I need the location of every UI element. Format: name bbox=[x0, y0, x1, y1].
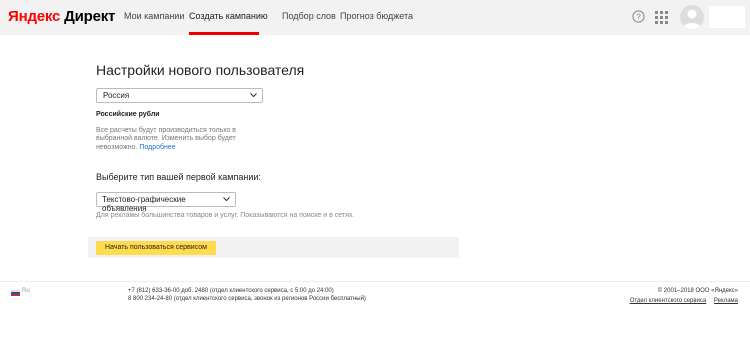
nav-my-campaigns[interactable]: Мои кампании bbox=[124, 11, 184, 21]
nav-word-selection[interactable]: Подбор слов bbox=[282, 11, 336, 21]
nav-budget-forecast[interactable]: Прогноз бюджета bbox=[340, 11, 413, 21]
svg-text:?: ? bbox=[636, 12, 641, 21]
region-switch[interactable]: Ru bbox=[22, 288, 30, 294]
logo-brand: Яндекс bbox=[8, 8, 61, 25]
campaign-type-select[interactable]: Текстово-графические объявления bbox=[96, 192, 236, 213]
currency-title: Российские рубли bbox=[96, 111, 160, 118]
campaign-type-note: Для рекламы большинства товаров и услуг.… bbox=[96, 212, 355, 219]
nav-create-campaign[interactable]: Создать кампанию bbox=[189, 11, 268, 21]
copyright: © 2001–2018 ООО «Яндекс» bbox=[657, 288, 738, 294]
footer-links: Отдел клиентского сервиса Реклама bbox=[630, 298, 738, 304]
page-title: Настройки нового пользователя bbox=[96, 62, 305, 78]
user-menu[interactable] bbox=[709, 6, 745, 28]
currency-note: Все расчеты будут производиться только в… bbox=[96, 127, 256, 152]
apps-grid-icon[interactable] bbox=[655, 11, 668, 24]
chevron-down-icon bbox=[250, 93, 257, 98]
russia-flag-icon[interactable] bbox=[11, 290, 20, 296]
country-select[interactable]: Россия bbox=[96, 88, 263, 103]
support-phone-2: 8 800 234-24-80 (отдел клиентского серви… bbox=[128, 296, 366, 302]
user-silhouette-icon bbox=[683, 9, 701, 29]
campaign-type-title: Выберите тип вашей первой кампании: bbox=[96, 172, 261, 182]
help-icon[interactable]: ? bbox=[632, 10, 645, 23]
support-phone-1: +7 (812) 633-36-00 доб. 2480 (отдел клие… bbox=[128, 288, 334, 294]
client-service-link[interactable]: Отдел клиентского сервиса bbox=[630, 298, 707, 304]
chevron-down-icon bbox=[223, 197, 230, 202]
advertising-link[interactable]: Реклама bbox=[714, 298, 738, 304]
nav-active-indicator bbox=[189, 32, 259, 35]
country-selected-value: Россия bbox=[103, 91, 130, 100]
logo-product: Директ bbox=[64, 8, 116, 25]
more-info-link[interactable]: Подробнее bbox=[139, 144, 175, 151]
campaign-type-selected-value: Текстово-графические объявления bbox=[102, 195, 186, 213]
yandex-direct-logo[interactable]: Яндекс Директ bbox=[8, 8, 115, 25]
footer-divider bbox=[0, 281, 750, 282]
start-service-button[interactable]: Начать пользоваться сервисом bbox=[96, 241, 216, 255]
top-header: Яндекс Директ Мои кампании Создать кампа… bbox=[0, 0, 750, 35]
avatar[interactable] bbox=[680, 5, 704, 29]
